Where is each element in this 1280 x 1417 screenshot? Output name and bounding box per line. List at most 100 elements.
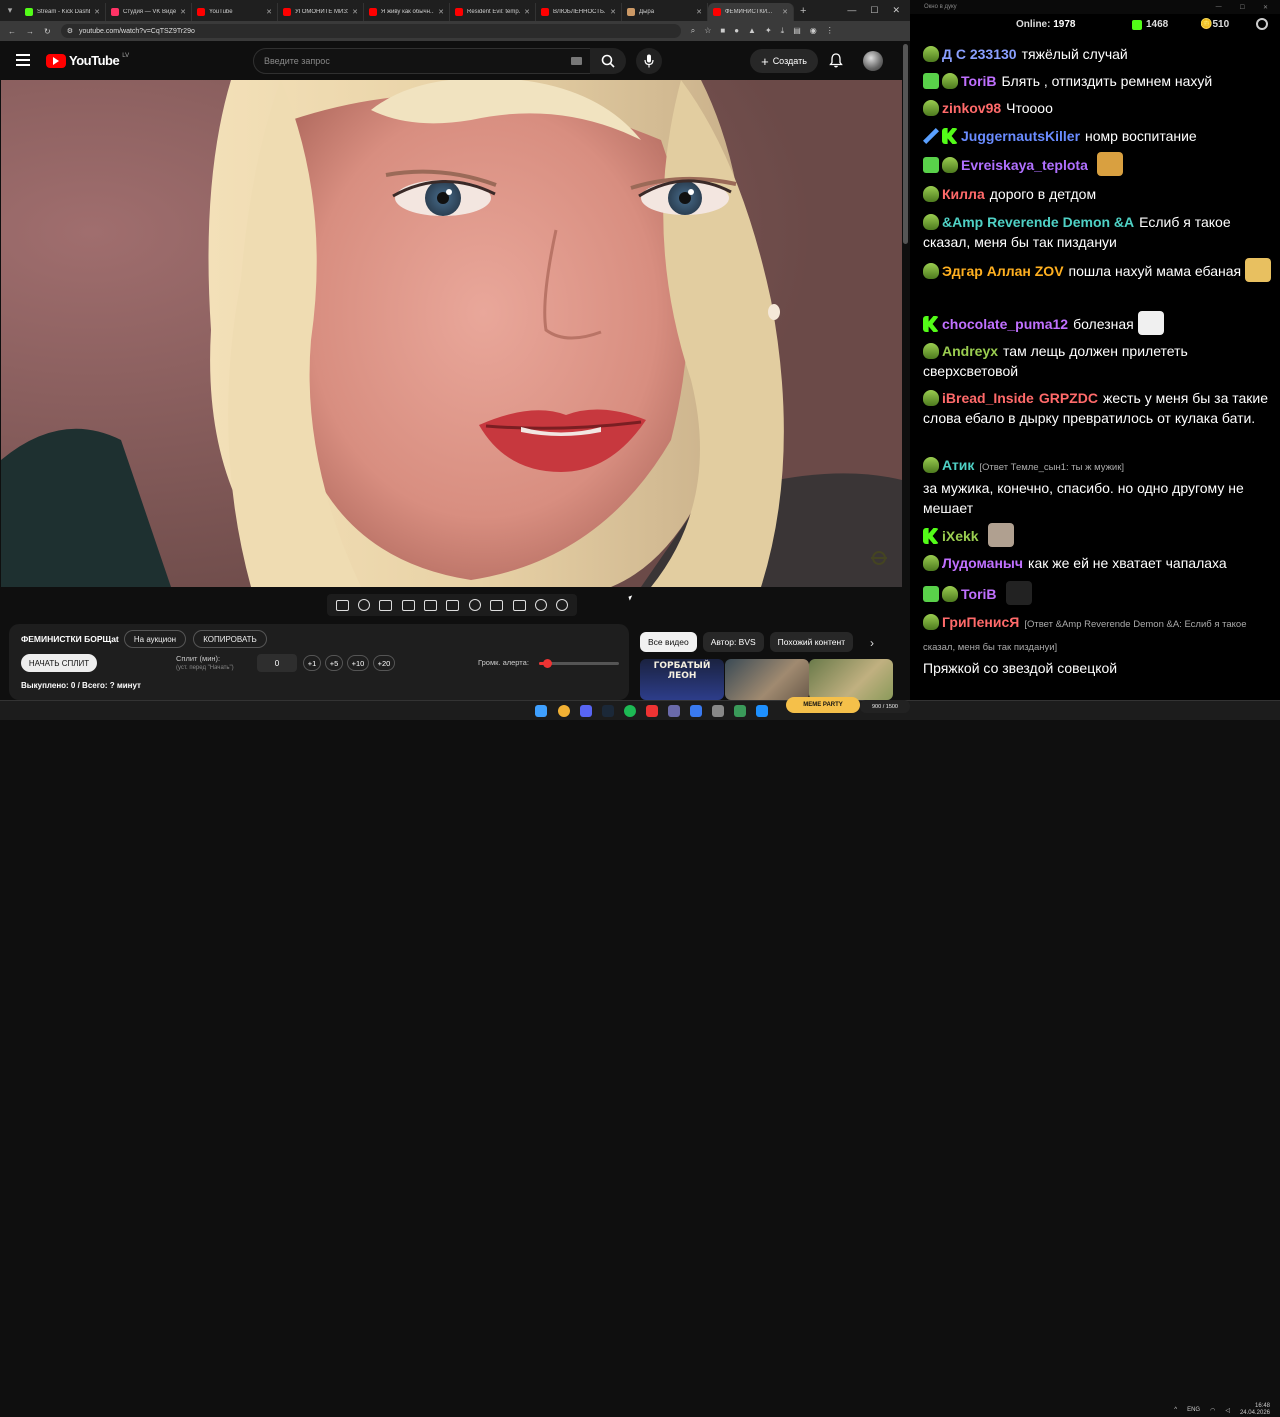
new-tab-button[interactable]: + [800, 5, 806, 17]
chat-settings-icon[interactable] [1256, 18, 1268, 30]
close-icon[interactable]: ✕ [1263, 4, 1268, 11]
extension-icon[interactable]: ■ [720, 26, 725, 36]
app-icon[interactable] [734, 705, 746, 717]
start-split-button[interactable]: НАЧАТЬ СПЛИТ [21, 654, 97, 672]
increment-button[interactable]: +5 [325, 655, 343, 671]
volume-icon[interactable]: ◁ [1225, 1407, 1230, 1414]
language-indicator[interactable]: ENG [1187, 1407, 1200, 1413]
chat-username[interactable]: iBread_Inside [942, 390, 1034, 406]
search-input[interactable]: Введите запрос [253, 48, 593, 74]
start-menu-icon[interactable] [535, 705, 547, 717]
increment-button[interactable]: +20 [373, 655, 395, 671]
account-avatar[interactable] [863, 51, 883, 71]
voice-search-button[interactable] [636, 48, 662, 74]
extension-icon[interactable]: ▲ [748, 26, 756, 36]
keyboard-icon[interactable] [571, 57, 582, 65]
loop-icon[interactable] [335, 599, 349, 611]
increment-button[interactable]: +10 [347, 655, 369, 671]
chat-username[interactable]: chocolate_puma12 [942, 316, 1068, 332]
chat-username[interactable]: zinkov98 [942, 100, 1001, 116]
tab-close-icon[interactable]: ✕ [266, 8, 272, 16]
chips-next-chevron-icon[interactable]: › [870, 636, 874, 650]
tab-close-icon[interactable]: ✕ [180, 8, 186, 16]
lab-flask-icon[interactable] [534, 599, 547, 611]
browser-tab[interactable]: Я живу как обычн... ✕ [364, 3, 450, 21]
page-scrollbar[interactable] [903, 44, 908, 244]
browser-tab[interactable]: Дыра ✕ [622, 3, 708, 21]
video-thumbnail[interactable] [725, 659, 809, 700]
chip-author[interactable]: Автор: BVS [702, 632, 764, 652]
wifi-icon[interactable]: ◠ [1210, 1407, 1215, 1414]
chat-username[interactable]: Атик [942, 457, 974, 473]
video-thumbnail[interactable]: ГОРБАТЫЙ ЛЕОН [640, 659, 724, 700]
alert-volume-handle[interactable] [543, 659, 552, 668]
chat-username[interactable]: Лудоманыч [942, 555, 1023, 571]
chat-username[interactable]: ГриПенисЯ [942, 614, 1019, 630]
chip-all-videos[interactable]: Все видео [640, 632, 697, 652]
tab-list-icon[interactable]: ▾ [0, 0, 20, 21]
tab-close-icon[interactable]: ✕ [524, 8, 530, 16]
settings-gear-icon[interactable] [556, 599, 569, 611]
chat-username[interactable]: JuggernautsKiller [961, 128, 1080, 144]
chat-username[interactable]: Д С 233130 [942, 46, 1017, 62]
frame-icon[interactable] [446, 599, 460, 611]
browser-tab[interactable]: ВЛЮБЛЕННОСТЬ... ✕ [536, 3, 622, 21]
back-icon[interactable]: ← [8, 27, 16, 36]
search-button[interactable] [590, 48, 626, 74]
browser-tab[interactable]: Resident Evil: temp... ✕ [450, 3, 536, 21]
close-icon[interactable]: ✕ [892, 5, 900, 16]
youtube-logo[interactable]: YouTube LV [46, 53, 129, 68]
clock[interactable]: 16:48 24.04.2026 [1240, 1403, 1270, 1417]
tab-close-icon[interactable]: ✕ [696, 8, 702, 16]
chat-username[interactable]: Килла [942, 186, 985, 202]
spotify-icon[interactable] [624, 705, 636, 717]
tab-close-icon[interactable]: ✕ [610, 8, 616, 16]
alert-volume-slider[interactable] [539, 659, 619, 668]
browser-tab[interactable]: УГОМОНИТЕ МИЗУ... ✕ [278, 3, 364, 21]
increment-button[interactable]: +1 [303, 655, 321, 671]
extension-icon[interactable]: ● [734, 26, 739, 36]
notifications-bell-icon[interactable] [829, 53, 843, 73]
film-icon[interactable] [401, 599, 415, 611]
speed-icon[interactable] [468, 599, 481, 611]
browser-tab[interactable]: YouTube ✕ [192, 3, 278, 21]
telegram-icon[interactable] [756, 705, 768, 717]
tab-close-icon[interactable]: ✕ [94, 8, 100, 16]
tab-close-icon[interactable]: ✕ [352, 8, 358, 16]
chat-username[interactable]: Эдгар Аллан ZOV [942, 263, 1064, 279]
chat-username[interactable]: ToriB [961, 73, 997, 89]
minimize-icon[interactable]: — [847, 5, 856, 16]
url-field[interactable]: ⚙ youtube.com/watch?v=CqTSZ9Tr29o [60, 24, 681, 38]
broadcast-icon[interactable] [358, 599, 371, 611]
zoom-icon[interactable]: ⌕ [691, 26, 695, 36]
app-icon[interactable] [690, 705, 702, 717]
tab-close-icon[interactable]: ✕ [782, 8, 788, 16]
forward-icon[interactable]: → [26, 27, 34, 36]
reload-icon[interactable]: ↻ [44, 27, 51, 36]
camera-icon[interactable] [512, 599, 526, 611]
chat-username[interactable]: Evreiskaya_teplota [961, 157, 1088, 173]
profile-icon[interactable]: ◉ [810, 26, 817, 36]
app-icon[interactable] [646, 705, 658, 717]
discord-icon[interactable] [580, 705, 592, 717]
video-thumbnail[interactable] [809, 659, 893, 700]
add-to-playlist-icon[interactable] [490, 599, 504, 611]
chat-reply-quote[interactable]: [Ответ Темле_сын1: ты ж мужик] [979, 462, 1124, 473]
steam-icon[interactable] [602, 705, 614, 717]
site-info-icon[interactable]: ⚙ [67, 27, 73, 35]
browser-tab[interactable]: ФЕМИНИСТКИ... ✕ [708, 3, 794, 21]
chat-username[interactable]: &Amp Reverende Demon &A [942, 214, 1134, 230]
picture-in-picture-icon[interactable] [424, 599, 438, 611]
menu-hamburger-icon[interactable] [16, 54, 30, 66]
minimize-icon[interactable]: — [1216, 4, 1222, 11]
create-button[interactable]: + Создать [750, 49, 818, 73]
tray-chevron-icon[interactable]: ^ [1174, 1407, 1177, 1413]
chat-username[interactable]: iXekk [942, 528, 979, 544]
chip-related[interactable]: Похожий контент [769, 632, 854, 652]
split-minutes-input[interactable]: 0 [257, 654, 297, 672]
bookmark-star-icon[interactable]: ☆ [704, 26, 711, 36]
auction-button[interactable]: На аукцион [124, 630, 186, 648]
video-player[interactable] [1, 80, 902, 587]
maximize-icon[interactable]: ☐ [870, 5, 878, 16]
menu-dots-icon[interactable]: ⋮ [826, 26, 834, 36]
